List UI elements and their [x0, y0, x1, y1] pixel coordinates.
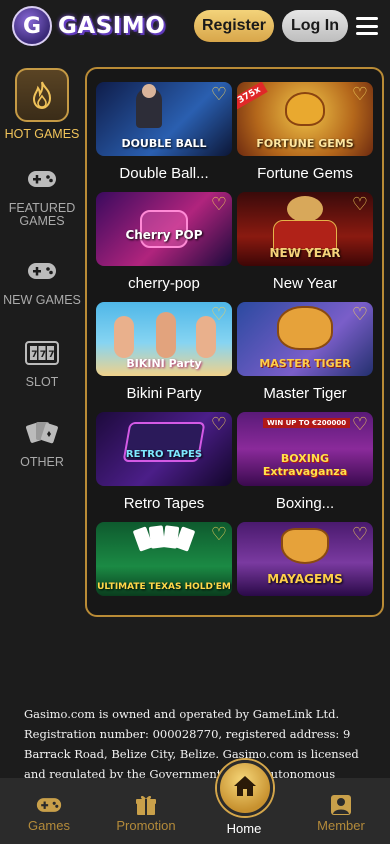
favorite-heart-icon[interactable]: ♡ [352, 526, 368, 544]
category-label: SLOT [25, 375, 59, 389]
game-tile-new-year[interactable]: NEW YEAR ♡ [237, 192, 373, 266]
app-root: G GASIMO Register Log In HOT GAMES FEATU… [0, 0, 390, 844]
nav-promotion[interactable]: Promotion [107, 790, 185, 833]
nav-home[interactable]: Home [205, 821, 283, 836]
game-name[interactable]: New Year [237, 275, 373, 292]
game-tile-master-tiger[interactable]: MASTER TIGER ♡ [237, 302, 373, 376]
game-tile-ultimate-texas-holdem[interactable]: ULTIMATE TEXAS HOLD'EM ♡ [96, 522, 232, 596]
game-tile-boxing[interactable]: WIN UP TO €200000 BOXING Extravaganza ♡ [237, 412, 373, 486]
member-icon [302, 790, 380, 818]
game-tile-maya-gems[interactable]: MAYAGEMS ♡ [237, 522, 373, 596]
cards-icon [0, 416, 84, 450]
menu-line [356, 32, 378, 35]
svg-text:7: 7 [40, 350, 46, 360]
category-label: OTHER [20, 455, 64, 469]
gamepad-icon [0, 162, 84, 196]
favorite-heart-icon[interactable]: ♡ [352, 196, 368, 214]
favorite-heart-icon[interactable]: ♡ [211, 196, 227, 214]
figure-left [114, 316, 134, 358]
game-tile-double-ball[interactable]: DOUBLE BALL ♡ [96, 82, 232, 156]
game-art-title: RETRO TAPES [125, 449, 203, 460]
nav-label: Games [28, 818, 70, 833]
game-art-title: FORTUNE GEMS [256, 137, 354, 150]
svg-text:7: 7 [48, 350, 54, 360]
maya-mask [281, 528, 329, 564]
game-art-title: MAYAGEMS [267, 572, 343, 586]
menu-line [356, 24, 378, 28]
gamepad-icon [0, 254, 84, 288]
game-name[interactable]: cherry-pop [96, 275, 232, 292]
figure-center [156, 312, 176, 358]
home-icon [232, 774, 258, 802]
game-art-title: BOXING Extravaganza [262, 452, 348, 478]
category-label: FEATURED GAMES [8, 201, 76, 228]
category-hot-games[interactable]: HOT GAMES [0, 68, 84, 141]
category-new-games[interactable]: NEW GAMES [0, 254, 84, 307]
character-head [287, 196, 323, 222]
tiger-head [277, 306, 333, 350]
bottom-navigation: Games Promotion Home Member [0, 778, 390, 844]
game-tile-retro-tapes[interactable]: RETRO TAPES ♡ [96, 412, 232, 486]
logo-text: GASIMO [58, 13, 166, 39]
game-name[interactable]: Boxing... [237, 495, 373, 512]
game-tile-fortune-gems[interactable]: 375x FORTUNE GEMS ♡ [237, 82, 373, 156]
favorite-heart-icon[interactable]: ♡ [211, 306, 227, 324]
game-art-title: BIKINI Party [126, 357, 202, 370]
header: G GASIMO Register Log In [0, 0, 390, 52]
game-name[interactable]: Bikini Party [96, 385, 232, 402]
favorite-heart-icon[interactable]: ♡ [211, 416, 227, 434]
game-grid-panel[interactable]: DOUBLE BALL ♡ Double Ball... 375x FORTUN… [85, 67, 384, 617]
logo-mark: G [12, 6, 52, 46]
game-art-title: Cherry POP [125, 228, 203, 242]
category-label: HOT GAMES [4, 127, 80, 141]
favorite-heart-icon[interactable]: ♡ [352, 86, 368, 104]
game-art-title: MASTER TIGER [259, 357, 351, 370]
login-button[interactable]: Log In [282, 10, 348, 42]
multiplier-badge: 375x [237, 82, 268, 110]
favorite-heart-icon[interactable]: ♡ [352, 416, 368, 434]
register-button[interactable]: Register [194, 10, 274, 42]
win-banner: WIN UP TO €200000 [263, 418, 351, 428]
category-label: NEW GAMES [3, 293, 81, 307]
favorite-heart-icon[interactable]: ♡ [211, 526, 227, 544]
nav-member[interactable]: Member [302, 790, 380, 833]
dealer-head [142, 84, 156, 98]
idol-mask [285, 92, 325, 126]
category-slot[interactable]: 777 SLOT [0, 336, 84, 389]
logo[interactable]: G GASIMO [12, 6, 165, 46]
game-art-title: ULTIMATE TEXAS HOLD'EM [97, 582, 231, 592]
game-name[interactable]: Retro Tapes [96, 495, 232, 512]
menu-line [356, 17, 378, 20]
home-button[interactable] [217, 760, 273, 816]
favorite-heart-icon[interactable]: ♡ [352, 306, 368, 324]
game-art-title: NEW YEAR [269, 246, 341, 260]
game-name[interactable]: Master Tiger [237, 385, 373, 402]
nav-games[interactable]: Games [10, 790, 88, 833]
category-featured-games[interactable]: FEATURED GAMES [0, 162, 84, 228]
nav-label: Promotion [116, 818, 176, 833]
nav-label: Home [226, 821, 262, 836]
hamburger-menu-icon[interactable] [356, 17, 378, 35]
svg-text:7: 7 [31, 350, 37, 360]
game-tile-cherry-pop[interactable]: Cherry POP ♡ [96, 192, 232, 266]
category-other[interactable]: OTHER [0, 416, 84, 469]
game-name[interactable]: Fortune Gems [237, 165, 373, 182]
flame-icon [15, 68, 69, 122]
slot-machine-icon: 777 [0, 336, 84, 370]
gamepad-icon [10, 790, 88, 818]
game-tile-bikini-party[interactable]: BIKINI Party ♡ [96, 302, 232, 376]
game-art-title: DOUBLE BALL [121, 137, 207, 150]
logo-mark-letter: G [22, 13, 42, 39]
gift-icon [107, 790, 185, 818]
game-name[interactable]: Double Ball... [96, 165, 232, 182]
favorite-heart-icon[interactable]: ♡ [211, 86, 227, 104]
nav-label: Member [317, 818, 365, 833]
